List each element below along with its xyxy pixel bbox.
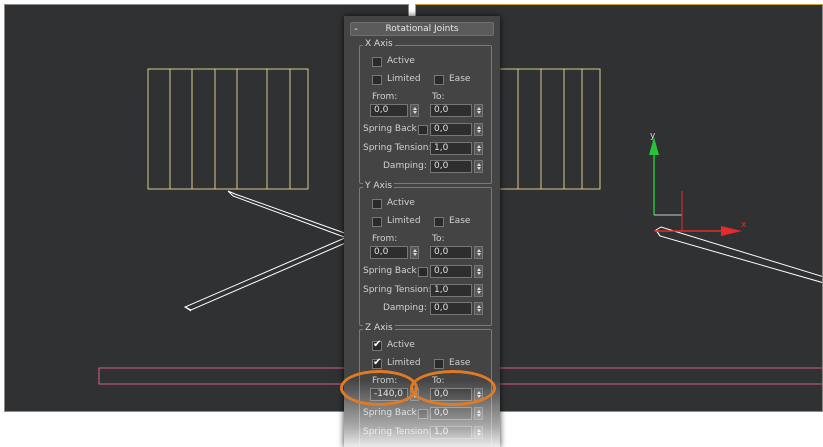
x-damping-field[interactable]: 0,0	[430, 160, 472, 173]
x-ease-label: Ease	[449, 74, 471, 84]
y-spring-tension-field[interactable]: 1,0	[430, 284, 472, 297]
spinner-arrows-icon[interactable]	[474, 246, 483, 259]
frame-wireframe	[147, 68, 309, 190]
x-spring-back-label: Spring Back	[363, 124, 417, 134]
y-axis-group: Y Axis Active Limited Ease From: To: 0,0…	[359, 181, 492, 326]
y-from-label: From:	[372, 234, 398, 244]
y-ease-label: Ease	[449, 216, 471, 226]
spinner-arrows-icon[interactable]	[474, 123, 483, 136]
to-highlight-ellipse	[410, 370, 496, 406]
frame-wireframe	[485, 68, 601, 190]
x-to-field[interactable]: 0,0	[430, 104, 472, 117]
x-spring-back-checkbox[interactable]	[418, 125, 428, 135]
spinner-arrows-icon[interactable]	[474, 142, 483, 155]
y-axis-title: Y Axis	[363, 181, 395, 191]
x-from-field[interactable]: 0,0	[370, 104, 408, 117]
z-spring-back-label: Spring Back	[363, 408, 417, 418]
y-to-field[interactable]: 0,0	[430, 246, 472, 259]
y-spring-tension-label: Spring Tension:	[363, 285, 432, 295]
y-active-checkbox[interactable]	[372, 199, 382, 209]
z-spring-back-checkbox[interactable]	[418, 409, 428, 419]
y-limited-checkbox[interactable]	[372, 217, 382, 227]
spinner-arrows-icon[interactable]	[474, 302, 483, 315]
x-limited-label: Limited	[387, 74, 421, 84]
x-ease-checkbox[interactable]	[434, 75, 444, 85]
rollout-title: Rotational Joints	[385, 24, 459, 34]
x-to-label: To:	[432, 92, 445, 102]
y-damping-label: Damping:	[383, 303, 427, 313]
check-icon: ✔	[373, 357, 382, 368]
y-ease-checkbox[interactable]	[434, 217, 444, 227]
from-highlight-ellipse	[340, 370, 418, 406]
x-arrow-icon	[721, 226, 742, 236]
gizmo-x-label: x	[741, 220, 747, 230]
rollout-header[interactable]: - Rotational Joints	[350, 22, 494, 36]
spinner-arrows-icon[interactable]	[474, 265, 483, 278]
bone-wireframe	[655, 226, 822, 283]
z-axis-title: Z Axis	[363, 323, 395, 333]
x-limited-checkbox[interactable]	[372, 75, 382, 85]
x-axis-title: X Axis	[363, 39, 395, 49]
x-spring-tension-label: Spring Tension:	[363, 143, 432, 153]
z-active-checkbox[interactable]: ✔	[372, 339, 382, 351]
x-active-label: Active	[387, 56, 415, 66]
spinner-arrows-icon[interactable]	[410, 104, 419, 117]
gizmo-y-label: y	[650, 131, 656, 141]
x-active-checkbox[interactable]	[372, 57, 382, 67]
y-from-field[interactable]: 0,0	[370, 246, 408, 259]
z-active-label: Active	[387, 340, 415, 350]
y-spring-back-checkbox[interactable]	[418, 267, 428, 277]
y-limited-label: Limited	[387, 216, 421, 226]
z-spring-tension-field[interactable]: 1,0	[430, 426, 472, 439]
x-damping-label: Damping:	[383, 161, 427, 171]
spinner-arrows-icon[interactable]	[474, 407, 483, 420]
spinner-arrows-icon[interactable]	[474, 160, 483, 173]
y-spring-back-label: Spring Back	[363, 266, 417, 276]
z-spring-back-field[interactable]: 0,0	[430, 407, 472, 420]
z-spring-tension-label: Spring Tension:	[363, 427, 432, 437]
z-ease-checkbox[interactable]	[434, 359, 444, 369]
y-to-label: To:	[432, 234, 445, 244]
spinner-arrows-icon[interactable]	[410, 246, 419, 259]
transform-gizmo[interactable]: y x	[649, 131, 747, 236]
x-from-label: From:	[372, 92, 398, 102]
bone-wireframe	[183, 190, 351, 312]
spinner-arrows-icon[interactable]	[474, 104, 483, 117]
y-spring-back-field[interactable]: 0,0	[430, 265, 472, 278]
z-limited-checkbox[interactable]: ✔	[372, 357, 382, 369]
x-spring-tension-field[interactable]: 1,0	[430, 142, 472, 155]
x-spring-back-field[interactable]: 0,0	[430, 123, 472, 136]
x-axis-group: X Axis Active Limited Ease From: To: 0,0…	[359, 39, 492, 184]
spinner-arrows-icon[interactable]	[474, 426, 483, 439]
z-ease-label: Ease	[449, 358, 471, 368]
y-damping-field[interactable]: 0,0	[430, 302, 472, 315]
y-active-label: Active	[387, 198, 415, 208]
spinner-arrows-icon[interactable]	[474, 284, 483, 297]
check-icon: ✔	[373, 339, 382, 350]
z-limited-label: Limited	[387, 358, 421, 368]
